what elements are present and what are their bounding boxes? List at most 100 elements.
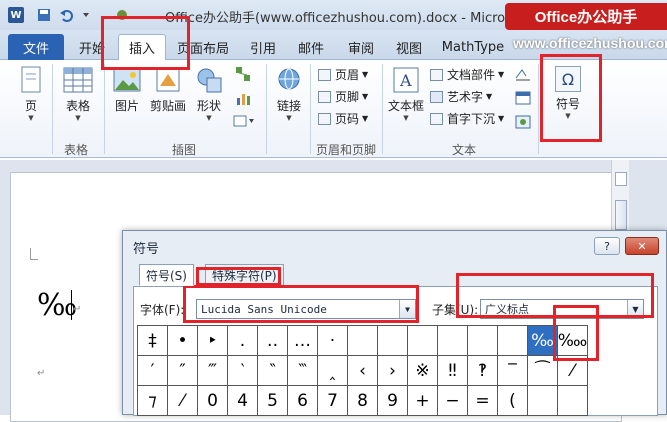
symbol-cell[interactable]: ‷: [288, 356, 318, 386]
symbol-cell[interactable]: 9: [378, 386, 408, 416]
chevron-down-icon: ▼: [206, 114, 212, 122]
chevron-down-icon: ▼: [362, 114, 369, 123]
chevron-down-icon: ▼: [498, 70, 505, 79]
symbol-cell[interactable]: [348, 326, 378, 356]
chevron-down-icon[interactable]: ▼: [627, 300, 643, 318]
symbol-cell[interactable]: [438, 326, 468, 356]
symbol-cell[interactable]: ‹: [348, 356, 378, 386]
symbol-cell[interactable]: ․: [228, 326, 258, 356]
date-time-button[interactable]: [512, 90, 534, 109]
save-icon[interactable]: [36, 7, 52, 23]
font-label: 字体(F):: [140, 303, 185, 317]
symbol-cell[interactable]: 4: [228, 386, 258, 416]
symbol-cell[interactable]: [468, 326, 498, 356]
close-button[interactable]: ✕: [625, 237, 659, 255]
tab-symbols[interactable]: 符号(S): [139, 264, 194, 286]
symbol-cell[interactable]: 8: [348, 386, 378, 416]
tab-special-characters[interactable]: 特殊字符(P): [205, 264, 284, 286]
tab-file[interactable]: 文件: [8, 34, 64, 60]
symbol-cell[interactable]: 6: [288, 386, 318, 416]
screenshot-button[interactable]: [232, 114, 256, 131]
symbol-cell[interactable]: ‾: [498, 356, 528, 386]
symbol-cell[interactable]: ⁊: [138, 386, 168, 416]
dropcap-button[interactable]: 首字下沉 ▼: [430, 110, 504, 127]
omega-icon: Ω: [555, 66, 581, 92]
symbol-cell[interactable]: [558, 386, 588, 416]
picture-button[interactable]: 图片: [110, 66, 144, 114]
separator: [310, 64, 311, 154]
symbol-cell[interactable]: •: [168, 326, 198, 356]
picture-label: 图片: [114, 99, 139, 113]
symbol-cell[interactable]: [408, 326, 438, 356]
symbol-cell[interactable]: 0: [198, 386, 228, 416]
textbox-button[interactable]: A 文本框 ▼: [386, 66, 426, 123]
symbol-cell[interactable]: ‡: [138, 326, 168, 356]
chart-button[interactable]: [234, 90, 252, 109]
tab-page-layout[interactable]: 页面布局: [170, 34, 236, 60]
tab-insert[interactable]: 插入: [118, 34, 166, 60]
symbol-cell[interactable]: ‰: [528, 326, 558, 356]
symbol-cell[interactable]: ‽: [468, 356, 498, 386]
symbol-cell[interactable]: ‵: [228, 356, 258, 386]
symbol-cell[interactable]: 5: [258, 386, 288, 416]
symbol-cell[interactable]: ‧: [318, 326, 348, 356]
symbol-cell[interactable]: ‴: [198, 356, 228, 386]
symbol-cell[interactable]: ‥: [258, 326, 288, 356]
symbol-cell[interactable]: [378, 326, 408, 356]
symbol-cell[interactable]: −: [438, 386, 468, 416]
undo-icon[interactable]: [58, 7, 74, 23]
symbol-cell[interactable]: …: [288, 326, 318, 356]
subset-select[interactable]: 广义标点 ▼: [480, 299, 644, 319]
symbol-button[interactable]: Ω 符号 ▼: [548, 66, 588, 121]
object-icon: [515, 115, 531, 129]
symbol-cell[interactable]: ‣: [198, 326, 228, 356]
group-label-header-footer: 页眉和页脚: [316, 143, 377, 157]
tab-view[interactable]: 视图: [388, 34, 430, 60]
scroll-thumb[interactable]: [615, 200, 627, 230]
symbol-cell[interactable]: ‼: [438, 356, 468, 386]
font-select[interactable]: Lucida Sans Unicode ▼: [196, 299, 416, 319]
clipart-button[interactable]: 剪贴画: [148, 66, 188, 114]
symbol-cell[interactable]: (: [498, 386, 528, 416]
symbol-cell[interactable]: +: [408, 386, 438, 416]
tab-review[interactable]: 审阅: [340, 34, 382, 60]
footer-button[interactable]: 页脚 ▼: [318, 88, 368, 105]
dropdown-arrow-icon[interactable]: [78, 7, 94, 23]
symbol-cell[interactable]: =: [468, 386, 498, 416]
page-button[interactable]: 页 ▼: [14, 66, 48, 123]
tab-mathtype[interactable]: MathType: [438, 34, 508, 60]
globe-link-icon: [278, 68, 300, 90]
header-button[interactable]: 页眉 ▼: [318, 66, 368, 83]
link-button[interactable]: 链接 ▼: [272, 66, 306, 123]
page-number-button[interactable]: 页码 ▼: [318, 110, 368, 127]
help-button[interactable]: ?: [594, 237, 620, 255]
signature-line-button[interactable]: [512, 66, 534, 85]
customize-icon[interactable]: [114, 7, 130, 23]
symbol-cell[interactable]: ‸: [318, 356, 348, 386]
object-button[interactable]: [512, 114, 534, 133]
symbol-cell[interactable]: [528, 386, 558, 416]
symbol-cell[interactable]: ⁀: [528, 356, 558, 386]
symbol-cell[interactable]: [498, 326, 528, 356]
tab-mailings[interactable]: 邮件: [290, 34, 332, 60]
symbol-cell[interactable]: ※: [408, 356, 438, 386]
smartart-button[interactable]: [234, 66, 252, 85]
tab-references[interactable]: 引用: [242, 34, 284, 60]
symbol-cell[interactable]: ›: [378, 356, 408, 386]
symbol-cell[interactable]: ′: [138, 356, 168, 386]
shapes-button[interactable]: 形状 ▼: [192, 66, 226, 123]
ruler-toggle-icon[interactable]: [615, 172, 627, 186]
symbol-cell[interactable]: ‶: [258, 356, 288, 386]
chevron-down-icon[interactable]: ▼: [399, 300, 415, 318]
table-button[interactable]: 表格 ▼: [58, 66, 98, 123]
symbol-cell[interactable]: ″: [168, 356, 198, 386]
quickparts-button[interactable]: 文档部件 ▼: [430, 66, 504, 83]
symbol-cell[interactable]: ⁄: [168, 386, 198, 416]
tab-home[interactable]: 开始: [72, 34, 112, 60]
wordart-button[interactable]: 艺术字 ▼: [430, 88, 492, 105]
symbol-cell[interactable]: 7: [318, 386, 348, 416]
clipart-icon: [156, 68, 180, 92]
symbol-cell[interactable]: ⁄: [558, 356, 588, 386]
symbol-cell[interactable]: ‱: [558, 326, 588, 356]
signature-line-icon: [515, 69, 530, 81]
